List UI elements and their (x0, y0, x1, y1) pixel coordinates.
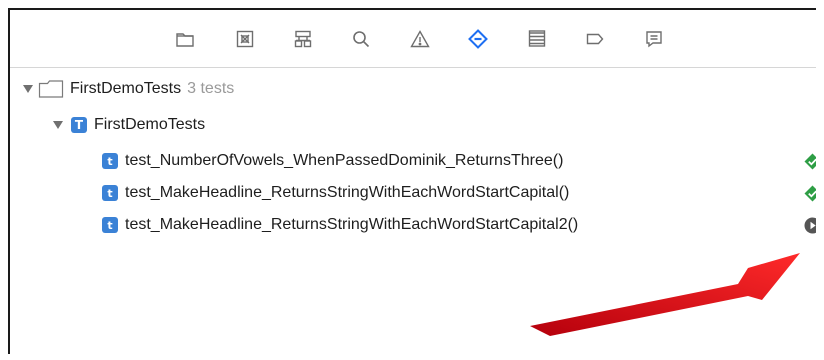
test-case-name: test_MakeHeadline_ReturnsStringWithEachW… (125, 184, 570, 201)
test-case-row[interactable]: t test_NumberOfVowels_WhenPassedDominik_… (102, 148, 563, 174)
disclosure-triangle-icon[interactable] (52, 119, 64, 131)
issue-navigator-icon[interactable] (407, 26, 433, 52)
find-navigator-icon[interactable] (348, 26, 374, 52)
test-passed-icon[interactable] (804, 185, 816, 202)
debug-navigator-icon[interactable] (524, 26, 550, 52)
test-case-row[interactable]: t test_MakeHeadline_ReturnsStringWithEac… (102, 212, 578, 238)
test-method-badge-icon: t (102, 217, 118, 233)
test-method-badge-icon: t (102, 185, 118, 201)
test-bundle-name: FirstDemoTests (70, 80, 182, 97)
test-bundle-folder-icon (38, 79, 64, 99)
test-class-name: FirstDemoTests (94, 116, 206, 133)
test-case-name: test_MakeHeadline_ReturnsStringWithEachW… (125, 216, 579, 233)
test-case-row[interactable]: t test_MakeHeadline_ReturnsStringWithEac… (102, 180, 569, 206)
test-navigator-icon[interactable] (465, 26, 491, 52)
disclosure-triangle-icon[interactable] (22, 83, 34, 95)
breakpoint-navigator-icon[interactable] (582, 26, 608, 52)
test-count: 3 tests (187, 80, 235, 97)
navigator-toolbar (10, 10, 816, 68)
test-case-name: test_NumberOfVowels_WhenPassedDominik_Re… (125, 152, 564, 169)
run-test-button[interactable] (804, 217, 816, 234)
test-method-badge-icon: t (102, 153, 118, 169)
test-bundle-row[interactable]: FirstDemoTests 3 tests (22, 76, 234, 102)
test-class-badge-icon: T (71, 117, 87, 133)
project-navigator-icon[interactable] (172, 26, 198, 52)
test-class-row[interactable]: T FirstDemoTests (52, 112, 205, 138)
symbol-navigator-icon[interactable] (290, 26, 316, 52)
test-passed-icon[interactable] (804, 153, 816, 170)
source-control-navigator-icon[interactable] (232, 26, 258, 52)
test-navigator-panel: FirstDemoTests 3 tests T FirstDemoTests … (8, 8, 816, 354)
report-navigator-icon[interactable] (641, 26, 667, 52)
